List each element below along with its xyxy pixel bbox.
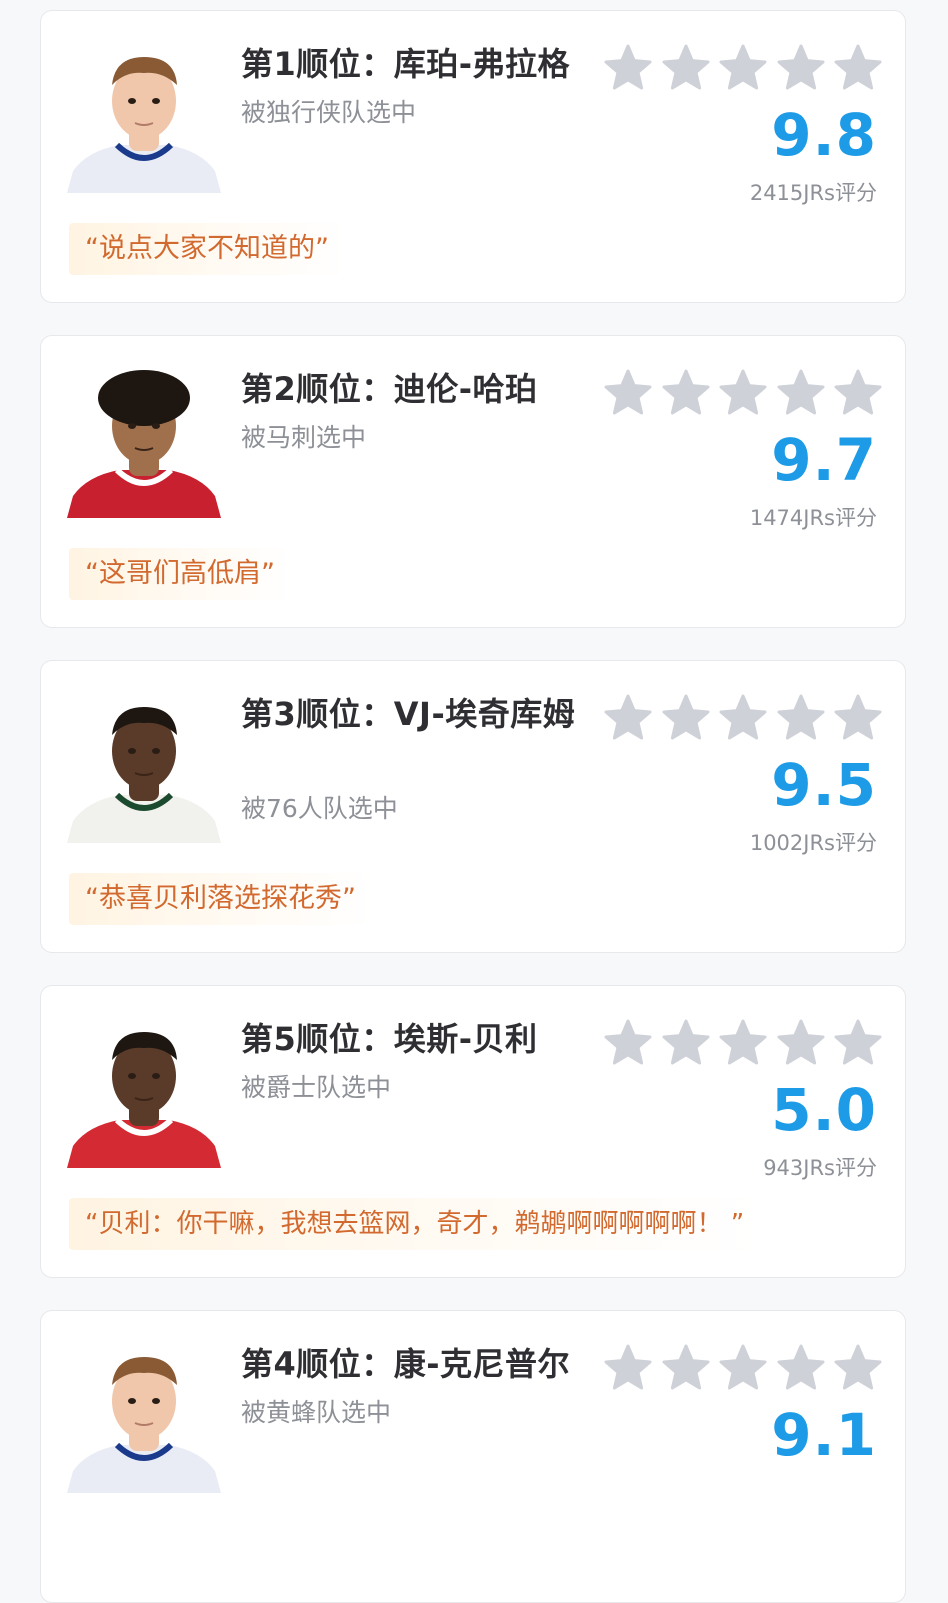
pick-title: 第4顺位：康-克尼普尔 (241, 1345, 571, 1383)
player-avatar (67, 1018, 221, 1168)
rating-stars[interactable] (603, 1018, 883, 1070)
pick-card[interactable]: 第5顺位：埃斯-贝利 被爵士队选中 5.0 943JRs评分 “贝利：你干嘛，我… (40, 985, 906, 1278)
pick-card[interactable]: 第3顺位：VJ-埃奇库姆 被76人队选中 9.5 1002JRs评分 “恭喜贝利… (40, 660, 906, 953)
star-icon[interactable] (833, 693, 883, 743)
star-icon[interactable] (661, 1018, 711, 1068)
player-avatar (67, 43, 221, 193)
star-icon[interactable] (661, 43, 711, 93)
rating-stars[interactable] (603, 1343, 883, 1395)
star-icon[interactable] (718, 368, 768, 418)
rating-score: 9.5 (771, 751, 877, 819)
rating-count: 2415JRs评分 (749, 181, 877, 205)
player-avatar (67, 1343, 221, 1493)
rating-score: 9.8 (771, 101, 877, 169)
star-icon[interactable] (603, 693, 653, 743)
pick-team: 被黄蜂队选中 (241, 1398, 392, 1427)
star-icon[interactable] (776, 1343, 826, 1393)
top-comment[interactable]: “说点大家不知道的” (69, 223, 347, 275)
rating-score: 5.0 (771, 1076, 877, 1144)
star-icon[interactable] (718, 43, 768, 93)
player-avatar (67, 693, 221, 843)
pick-title: 第1顺位：库珀-弗拉格 (241, 45, 571, 83)
star-icon[interactable] (776, 43, 826, 93)
star-icon[interactable] (776, 368, 826, 418)
pick-team: 被爵士队选中 (241, 1073, 392, 1102)
pick-title: 第3顺位：VJ-埃奇库姆 (241, 695, 576, 733)
star-icon[interactable] (776, 693, 826, 743)
star-icon[interactable] (603, 1343, 653, 1393)
rating-count: 1474JRs评分 (749, 506, 877, 530)
rating-stars[interactable] (603, 43, 883, 95)
rating-count: 1002JRs评分 (749, 831, 877, 855)
pick-title: 第5顺位：埃斯-贝利 (241, 1020, 538, 1058)
star-icon[interactable] (833, 1343, 883, 1393)
star-icon[interactable] (603, 43, 653, 93)
star-icon[interactable] (661, 1343, 711, 1393)
pick-card[interactable]: 第1顺位：库珀-弗拉格 被独行侠队选中 9.8 2415JRs评分 “说点大家不… (40, 10, 906, 303)
rating-count: 943JRs评分 (763, 1156, 877, 1180)
player-avatar (67, 368, 221, 518)
star-icon[interactable] (833, 1018, 883, 1068)
pick-team: 被马刺选中 (241, 423, 367, 452)
pick-card[interactable]: 第4顺位：康-克尼普尔 被黄蜂队选中 9.1 (40, 1310, 906, 1603)
rating-stars[interactable] (603, 368, 883, 420)
top-comment[interactable]: “这哥们高低肩” (69, 548, 293, 600)
rating-score: 9.1 (771, 1401, 877, 1469)
star-icon[interactable] (776, 1018, 826, 1068)
rating-stars[interactable] (603, 693, 883, 745)
star-icon[interactable] (833, 368, 883, 418)
star-icon[interactable] (603, 368, 653, 418)
star-icon[interactable] (661, 368, 711, 418)
top-comment[interactable]: “恭喜贝利落选探花秀” (69, 873, 374, 925)
star-icon[interactable] (718, 693, 768, 743)
pick-team: 被76人队选中 (241, 794, 398, 823)
pick-card[interactable]: 第2顺位：迪伦-哈珀 被马刺选中 9.7 1474JRs评分 “这哥们高低肩” (40, 335, 906, 628)
star-icon[interactable] (603, 1018, 653, 1068)
top-comment[interactable]: “贝利：你干嘛，我想去篮网，奇才，鹈鹕啊啊啊啊啊！ ” (69, 1198, 763, 1250)
star-icon[interactable] (718, 1343, 768, 1393)
pick-team: 被独行侠队选中 (241, 98, 417, 127)
star-icon[interactable] (718, 1018, 768, 1068)
pick-title: 第2顺位：迪伦-哈珀 (241, 370, 538, 408)
star-icon[interactable] (661, 693, 711, 743)
rating-score: 9.7 (771, 426, 877, 494)
star-icon[interactable] (833, 43, 883, 93)
